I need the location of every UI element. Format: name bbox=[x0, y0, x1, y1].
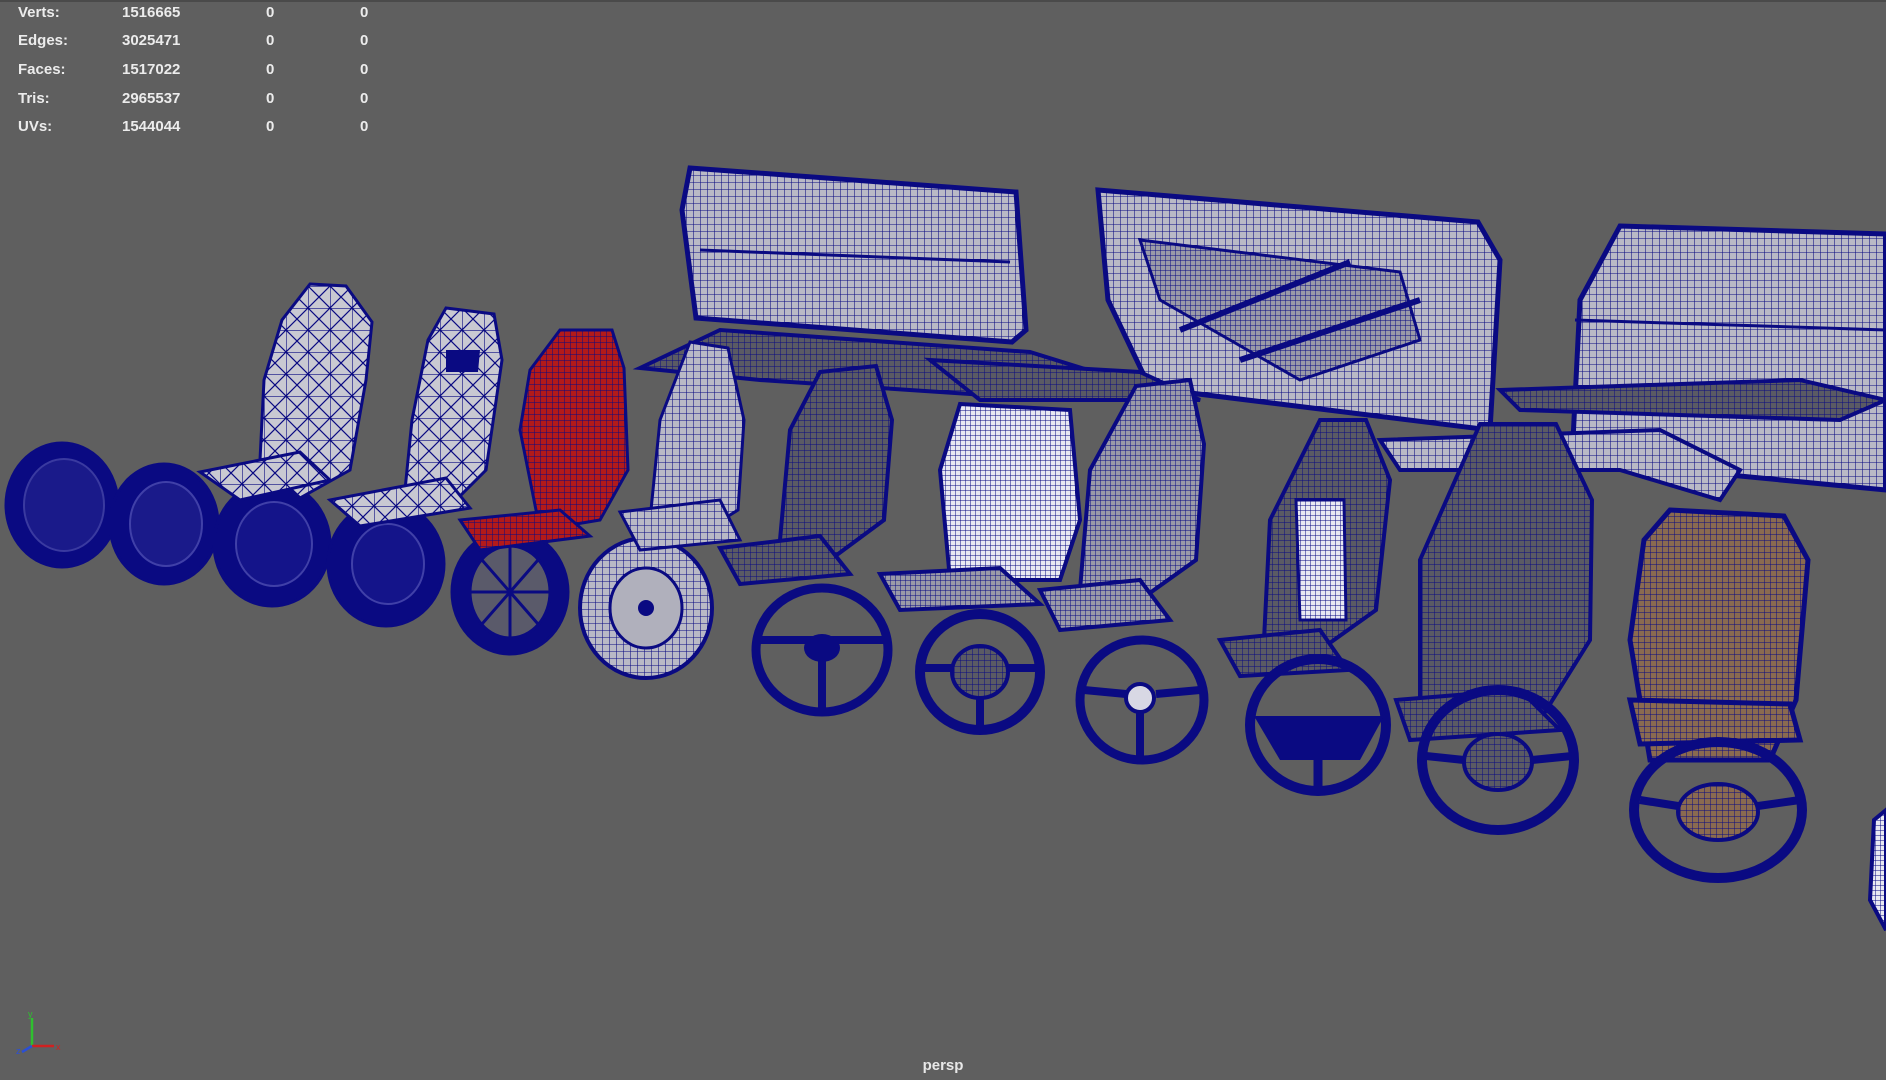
seat-8[interactable] bbox=[1216, 418, 1393, 679]
hud-row-uvs: UVs: 1544044 0 0 bbox=[0, 117, 420, 137]
hud-components: 0 bbox=[360, 61, 369, 78]
hud-components: 0 bbox=[360, 118, 369, 135]
hud-row-tris: Tris: 2965537 0 0 bbox=[0, 89, 420, 109]
hud-components: 0 bbox=[360, 90, 369, 107]
axis-z-label: z bbox=[16, 1046, 21, 1055]
hud-label: Verts: bbox=[18, 4, 60, 21]
hud-label: Edges: bbox=[18, 32, 69, 49]
door-panel-1[interactable] bbox=[679, 165, 1029, 345]
axis-gizmo-icon: y x z bbox=[16, 1010, 61, 1055]
scene-wireframe-view[interactable] bbox=[0, 0, 1886, 1080]
axis-x-label: x bbox=[56, 1042, 61, 1052]
seat-1[interactable] bbox=[196, 282, 374, 502]
steering-wheel-1[interactable] bbox=[751, 583, 893, 717]
hud-selected: 0 bbox=[266, 61, 275, 78]
hud-total: 3025471 bbox=[122, 32, 181, 49]
camera-name-label: persp bbox=[922, 1057, 964, 1074]
poly-count-hud: Verts: 1516665 0 0 Edges: 3025471 0 0 Fa… bbox=[0, 0, 420, 150]
seat-10[interactable] bbox=[1626, 507, 1811, 763]
axis-y-label: y bbox=[28, 1010, 33, 1019]
hud-selected: 0 bbox=[266, 90, 275, 107]
hud-label: Tris: bbox=[18, 90, 50, 107]
wheel-1[interactable] bbox=[4, 441, 120, 569]
hud-total: 1544044 bbox=[122, 118, 181, 135]
hud-selected: 0 bbox=[266, 4, 275, 21]
hud-row-faces: Faces: 1517022 0 0 bbox=[0, 60, 420, 80]
hud-total: 2965537 bbox=[122, 90, 181, 107]
hud-row-edges: Edges: 3025471 0 0 bbox=[0, 31, 420, 51]
hud-total: 1517022 bbox=[122, 61, 181, 78]
hud-components: 0 bbox=[360, 32, 369, 49]
steering-wheel-4[interactable] bbox=[1245, 654, 1391, 796]
seat-6[interactable] bbox=[876, 401, 1083, 613]
hud-label: Faces: bbox=[18, 61, 66, 78]
wheel-2[interactable] bbox=[108, 462, 220, 586]
hud-label: UVs: bbox=[18, 118, 53, 135]
wheel-3[interactable] bbox=[212, 480, 332, 608]
steering-wheel-3[interactable] bbox=[1075, 635, 1209, 765]
seat-4[interactable] bbox=[617, 340, 746, 552]
hud-selected: 0 bbox=[266, 32, 275, 49]
wheel-6[interactable] bbox=[578, 536, 714, 680]
perspective-viewport[interactable]: Verts: 1516665 0 0 Edges: 3025471 0 0 Fa… bbox=[0, 0, 1886, 1080]
hud-selected: 0 bbox=[266, 118, 275, 135]
partial-object-right-edge[interactable] bbox=[1867, 807, 1886, 931]
seat-5-dark[interactable] bbox=[716, 363, 895, 587]
hud-components: 0 bbox=[360, 4, 369, 21]
wheel-5[interactable] bbox=[450, 528, 570, 656]
hud-total: 1516665 bbox=[122, 4, 181, 21]
hud-row-verts: Verts: 1516665 0 0 bbox=[0, 3, 420, 23]
steering-wheel-2[interactable] bbox=[915, 609, 1045, 735]
